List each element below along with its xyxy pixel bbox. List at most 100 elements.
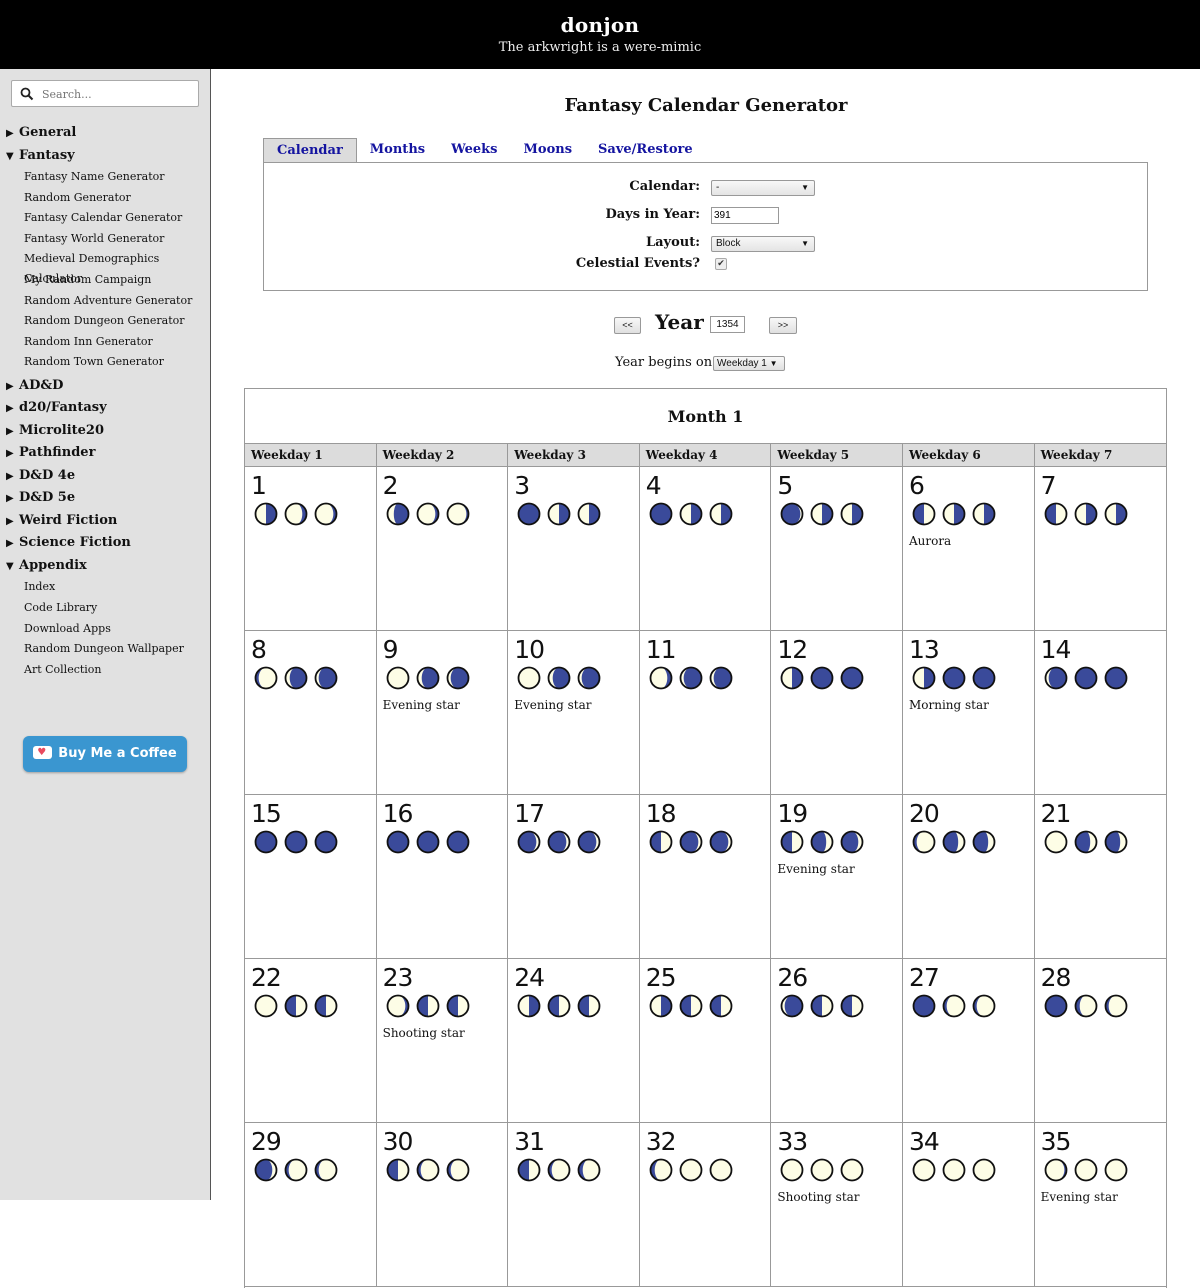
day-cell[interactable]: 17 (508, 795, 640, 959)
site-title[interactable]: donjon (0, 13, 1200, 37)
day-cell[interactable]: 25 (639, 959, 772, 1123)
sidebar-link[interactable]: Random Inn Generator (6, 332, 206, 353)
day-cell[interactable]: 1 (245, 467, 377, 631)
day-cell[interactable]: 13 Morning star (902, 631, 1035, 795)
day-cell[interactable]: 27 (902, 959, 1035, 1123)
moon-phase-icon (649, 994, 673, 1018)
moon-phase-icon (386, 502, 409, 526)
sidebar-link[interactable]: Medieval Demographics Calculator (6, 249, 206, 285)
day-cell[interactable]: 29 (245, 1123, 377, 1287)
day-cell[interactable]: 10 Evening star (508, 631, 640, 795)
tab-calendar[interactable]: Calendar (263, 138, 357, 162)
sidebar-category-general[interactable]: ▶ General (6, 122, 206, 145)
day-cell[interactable]: 18 (639, 795, 772, 959)
sidebar-link[interactable]: Random Generator (6, 188, 206, 209)
days-label: Days in Year: (605, 207, 700, 222)
day-cell[interactable]: 23 Shooting star (376, 959, 509, 1123)
day-cell[interactable]: 26 (771, 959, 903, 1123)
calendar-select[interactable]: - ▼ (711, 180, 815, 196)
sidebar-link[interactable]: Random Adventure Generator (6, 291, 206, 312)
search-box[interactable] (11, 80, 199, 107)
day-cell[interactable]: 11 (639, 631, 772, 795)
moon-phase-icon (386, 994, 409, 1018)
sidebar-category-weird-fiction[interactable]: ▶ Weird Fiction (6, 510, 206, 533)
sidebar-link[interactable]: Index (6, 577, 206, 598)
search-icon (20, 87, 34, 101)
year-input[interactable]: 1354 (710, 316, 745, 333)
day-cell[interactable]: 15 (245, 795, 377, 959)
moon-phase-icon (679, 994, 703, 1018)
day-cell[interactable]: 9 Evening star (376, 631, 509, 795)
day-cell[interactable]: 30 (376, 1123, 509, 1287)
sidebar-category-pathfinder[interactable]: ▶ Pathfinder (6, 442, 206, 465)
buy-me-a-coffee-button[interactable]: Buy Me a Coffee (23, 735, 187, 772)
day-cell[interactable]: 19 Evening star (771, 795, 903, 959)
day-cell[interactable]: 3 (508, 467, 640, 631)
sidebar-category-fantasy[interactable]: ▼ Fantasy (6, 145, 206, 168)
moon-phase-icon (780, 830, 804, 854)
day-cell[interactable]: 7 (1034, 467, 1167, 631)
day-number: 18 (645, 799, 677, 828)
next-year-button[interactable]: >> (769, 317, 797, 334)
layout-select[interactable]: Block ▼ (711, 236, 815, 252)
day-cell[interactable]: 6 Aurora (902, 467, 1035, 631)
sidebar-category-label: d20/Fantasy (19, 400, 107, 416)
day-cell[interactable]: 5 (771, 467, 903, 631)
sidebar-category-microlite20[interactable]: ▶ Microlite20 (6, 420, 206, 443)
triangle-right-icon: ▶ (6, 493, 14, 505)
sidebar-link[interactable]: Random Dungeon Generator (6, 311, 206, 332)
moon-phases (1041, 502, 1167, 532)
sidebar-link[interactable]: Download Apps (6, 619, 206, 640)
day-number: 15 (251, 799, 282, 828)
sidebar-category-d20-fantasy[interactable]: ▶ d20/Fantasy (6, 397, 206, 420)
day-cell[interactable]: 33 Shooting star (771, 1123, 903, 1287)
sidebar-link[interactable]: Fantasy World Generator (6, 229, 206, 250)
day-cell[interactable]: 32 (639, 1123, 772, 1287)
tab-weeks[interactable]: Weeks (438, 138, 510, 162)
prev-year-button[interactable]: << (614, 317, 641, 334)
sidebar-link[interactable]: Fantasy Calendar Generator (6, 208, 206, 229)
tab-months[interactable]: Months (357, 138, 438, 162)
weekday-header: Weekday 1 (245, 444, 377, 467)
search-input[interactable] (40, 84, 190, 104)
day-number: 5 (777, 471, 793, 500)
day-cell[interactable]: 31 (508, 1123, 640, 1287)
day-cell[interactable]: 16 (376, 795, 509, 959)
day-cell[interactable]: 22 (245, 959, 377, 1123)
day-cell[interactable]: 8 (245, 631, 377, 795)
tab-moons[interactable]: Moons (511, 138, 586, 162)
day-cell[interactable]: 2 (376, 467, 509, 631)
day-cell[interactable]: 4 (639, 467, 772, 631)
sidebar-link[interactable]: Code Library (6, 598, 206, 619)
day-cell[interactable]: 14 (1034, 631, 1167, 795)
moon-phases (777, 666, 902, 696)
sidebar-category-science-fiction[interactable]: ▶ Science Fiction (6, 532, 206, 555)
day-cell[interactable]: 35 Evening star (1034, 1123, 1167, 1287)
moon-phase-icon (649, 830, 673, 854)
sidebar-category-d-d-5e[interactable]: ▶ D&D 5e (6, 487, 206, 510)
year-label: Year (655, 310, 704, 334)
sidebar-link[interactable]: Art Collection (6, 660, 206, 681)
day-cell[interactable]: 20 (902, 795, 1035, 959)
day-number: 10 (514, 635, 545, 664)
sidebar-link[interactable]: Random Dungeon Wallpaper (6, 639, 206, 660)
day-cell[interactable]: 21 (1034, 795, 1167, 959)
sidebar-category-ad-d[interactable]: ▶ AD&D (6, 375, 206, 398)
day-cell[interactable]: 24 (508, 959, 640, 1123)
sidebar-category-appendix[interactable]: ▼ Appendix (6, 555, 206, 578)
days-in-year-input[interactable] (711, 207, 779, 224)
sidebar-link[interactable]: Random Town Generator (6, 352, 206, 373)
moon-phases (383, 1158, 508, 1188)
moon-phases (383, 994, 508, 1024)
day-cell[interactable]: 12 (771, 631, 903, 795)
celestial-events-checkbox[interactable]: ✔ (715, 258, 727, 270)
celestial-event: Evening star (514, 698, 592, 712)
day-cell[interactable]: 34 (902, 1123, 1035, 1287)
tab-save-restore[interactable]: Save/Restore (585, 138, 706, 162)
sidebar-link[interactable]: My Random Campaign (6, 270, 206, 291)
moon-phase-icon (577, 502, 601, 526)
year-begins-select[interactable]: Weekday 1 ▼ (713, 356, 785, 371)
sidebar-link[interactable]: Fantasy Name Generator (6, 167, 206, 188)
day-cell[interactable]: 28 (1034, 959, 1167, 1123)
sidebar-category-d-d-4e[interactable]: ▶ D&D 4e (6, 465, 206, 488)
